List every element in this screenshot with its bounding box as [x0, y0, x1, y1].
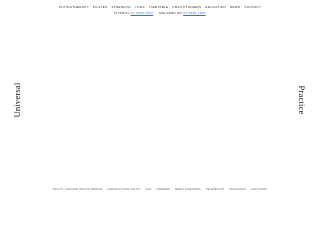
phone-fitzroy-number[interactable]: 03 9999 1800: [131, 11, 154, 15]
phone-malvern-number[interactable]: 03 9999 1800: [183, 11, 206, 15]
phone-contacts: Fitzroy 03 9999 1800 Malvern PR 03 9999 …: [0, 11, 320, 15]
main-navigation: Physiotherapy Pilates Strength Yoga Time…: [0, 5, 320, 9]
phone-malvern-label: Malvern PR: [159, 11, 183, 15]
brand-word-practice: Practice: [297, 85, 307, 115]
nav-news[interactable]: News: [230, 5, 240, 9]
footer-link-rebate[interactable]: Faults / Private Health Rebate: [53, 188, 103, 191]
footer-link-cancellation[interactable]: Cancellation Policy: [107, 188, 140, 191]
nav-strength[interactable]: Strength: [112, 5, 131, 9]
nav-timetable[interactable]: Timetable: [149, 5, 169, 9]
nav-education[interactable]: Education: [205, 5, 226, 9]
nav-contact[interactable]: Contact: [244, 5, 261, 9]
phone-fitzroy-label: Fitzroy: [114, 11, 130, 15]
phone-malvern: Malvern PR 03 9999 1800: [159, 11, 206, 15]
nav-pilates[interactable]: Pilates: [93, 5, 108, 9]
brand-word-universal: Universal: [12, 82, 22, 118]
footer-link-telehealth[interactable]: Telehealth: [206, 188, 224, 191]
nav-yoga[interactable]: Yoga: [135, 5, 145, 9]
phone-fitzroy: Fitzroy 03 9999 1800: [114, 11, 153, 15]
footer-link-locations[interactable]: Locations: [251, 188, 267, 191]
footer-link-instagram[interactable]: Instagram: [229, 188, 246, 191]
footer-navigation: Faults / Private Health Rebate Cancellat…: [0, 188, 320, 191]
footer-link-faq[interactable]: FAQ: [146, 188, 152, 191]
nav-physiotherapy[interactable]: Physiotherapy: [59, 5, 89, 9]
nav-practitioners[interactable]: Practitioners: [173, 5, 202, 9]
footer-link-careers[interactable]: Careers: [156, 188, 170, 191]
footer-link-media[interactable]: Media Enquiries: [175, 188, 201, 191]
